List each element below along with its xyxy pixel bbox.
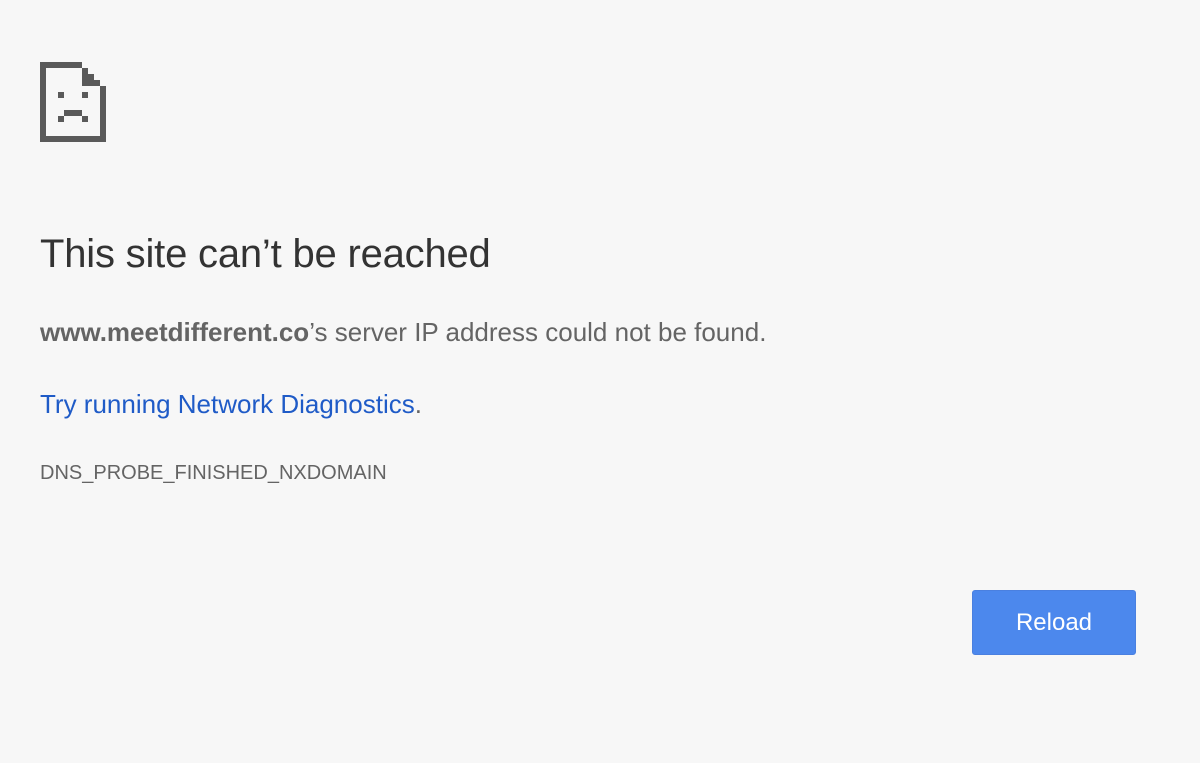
sad-file-icon [40, 62, 106, 142]
error-summary-text: ’s server IP address could not be found. [309, 317, 767, 347]
error-code: DNS_PROBE_FINISHED_NXDOMAIN [40, 462, 387, 484]
error-summary: www.meetdifferent.co’s server IP address… [40, 317, 766, 348]
site-domain: www.meetdifferent.co [40, 317, 310, 347]
suggestion-period: . [414, 389, 422, 419]
page-title: This site can’t be reached [40, 232, 491, 276]
reload-button[interactable]: Reload [972, 590, 1136, 655]
error-page: This site can’t be reached www.meetdiffe… [0, 0, 1200, 763]
suggestion: Try running Network Diagnostics. [40, 389, 422, 420]
network-diagnostics-link[interactable]: Try running Network Diagnostics [40, 389, 415, 419]
